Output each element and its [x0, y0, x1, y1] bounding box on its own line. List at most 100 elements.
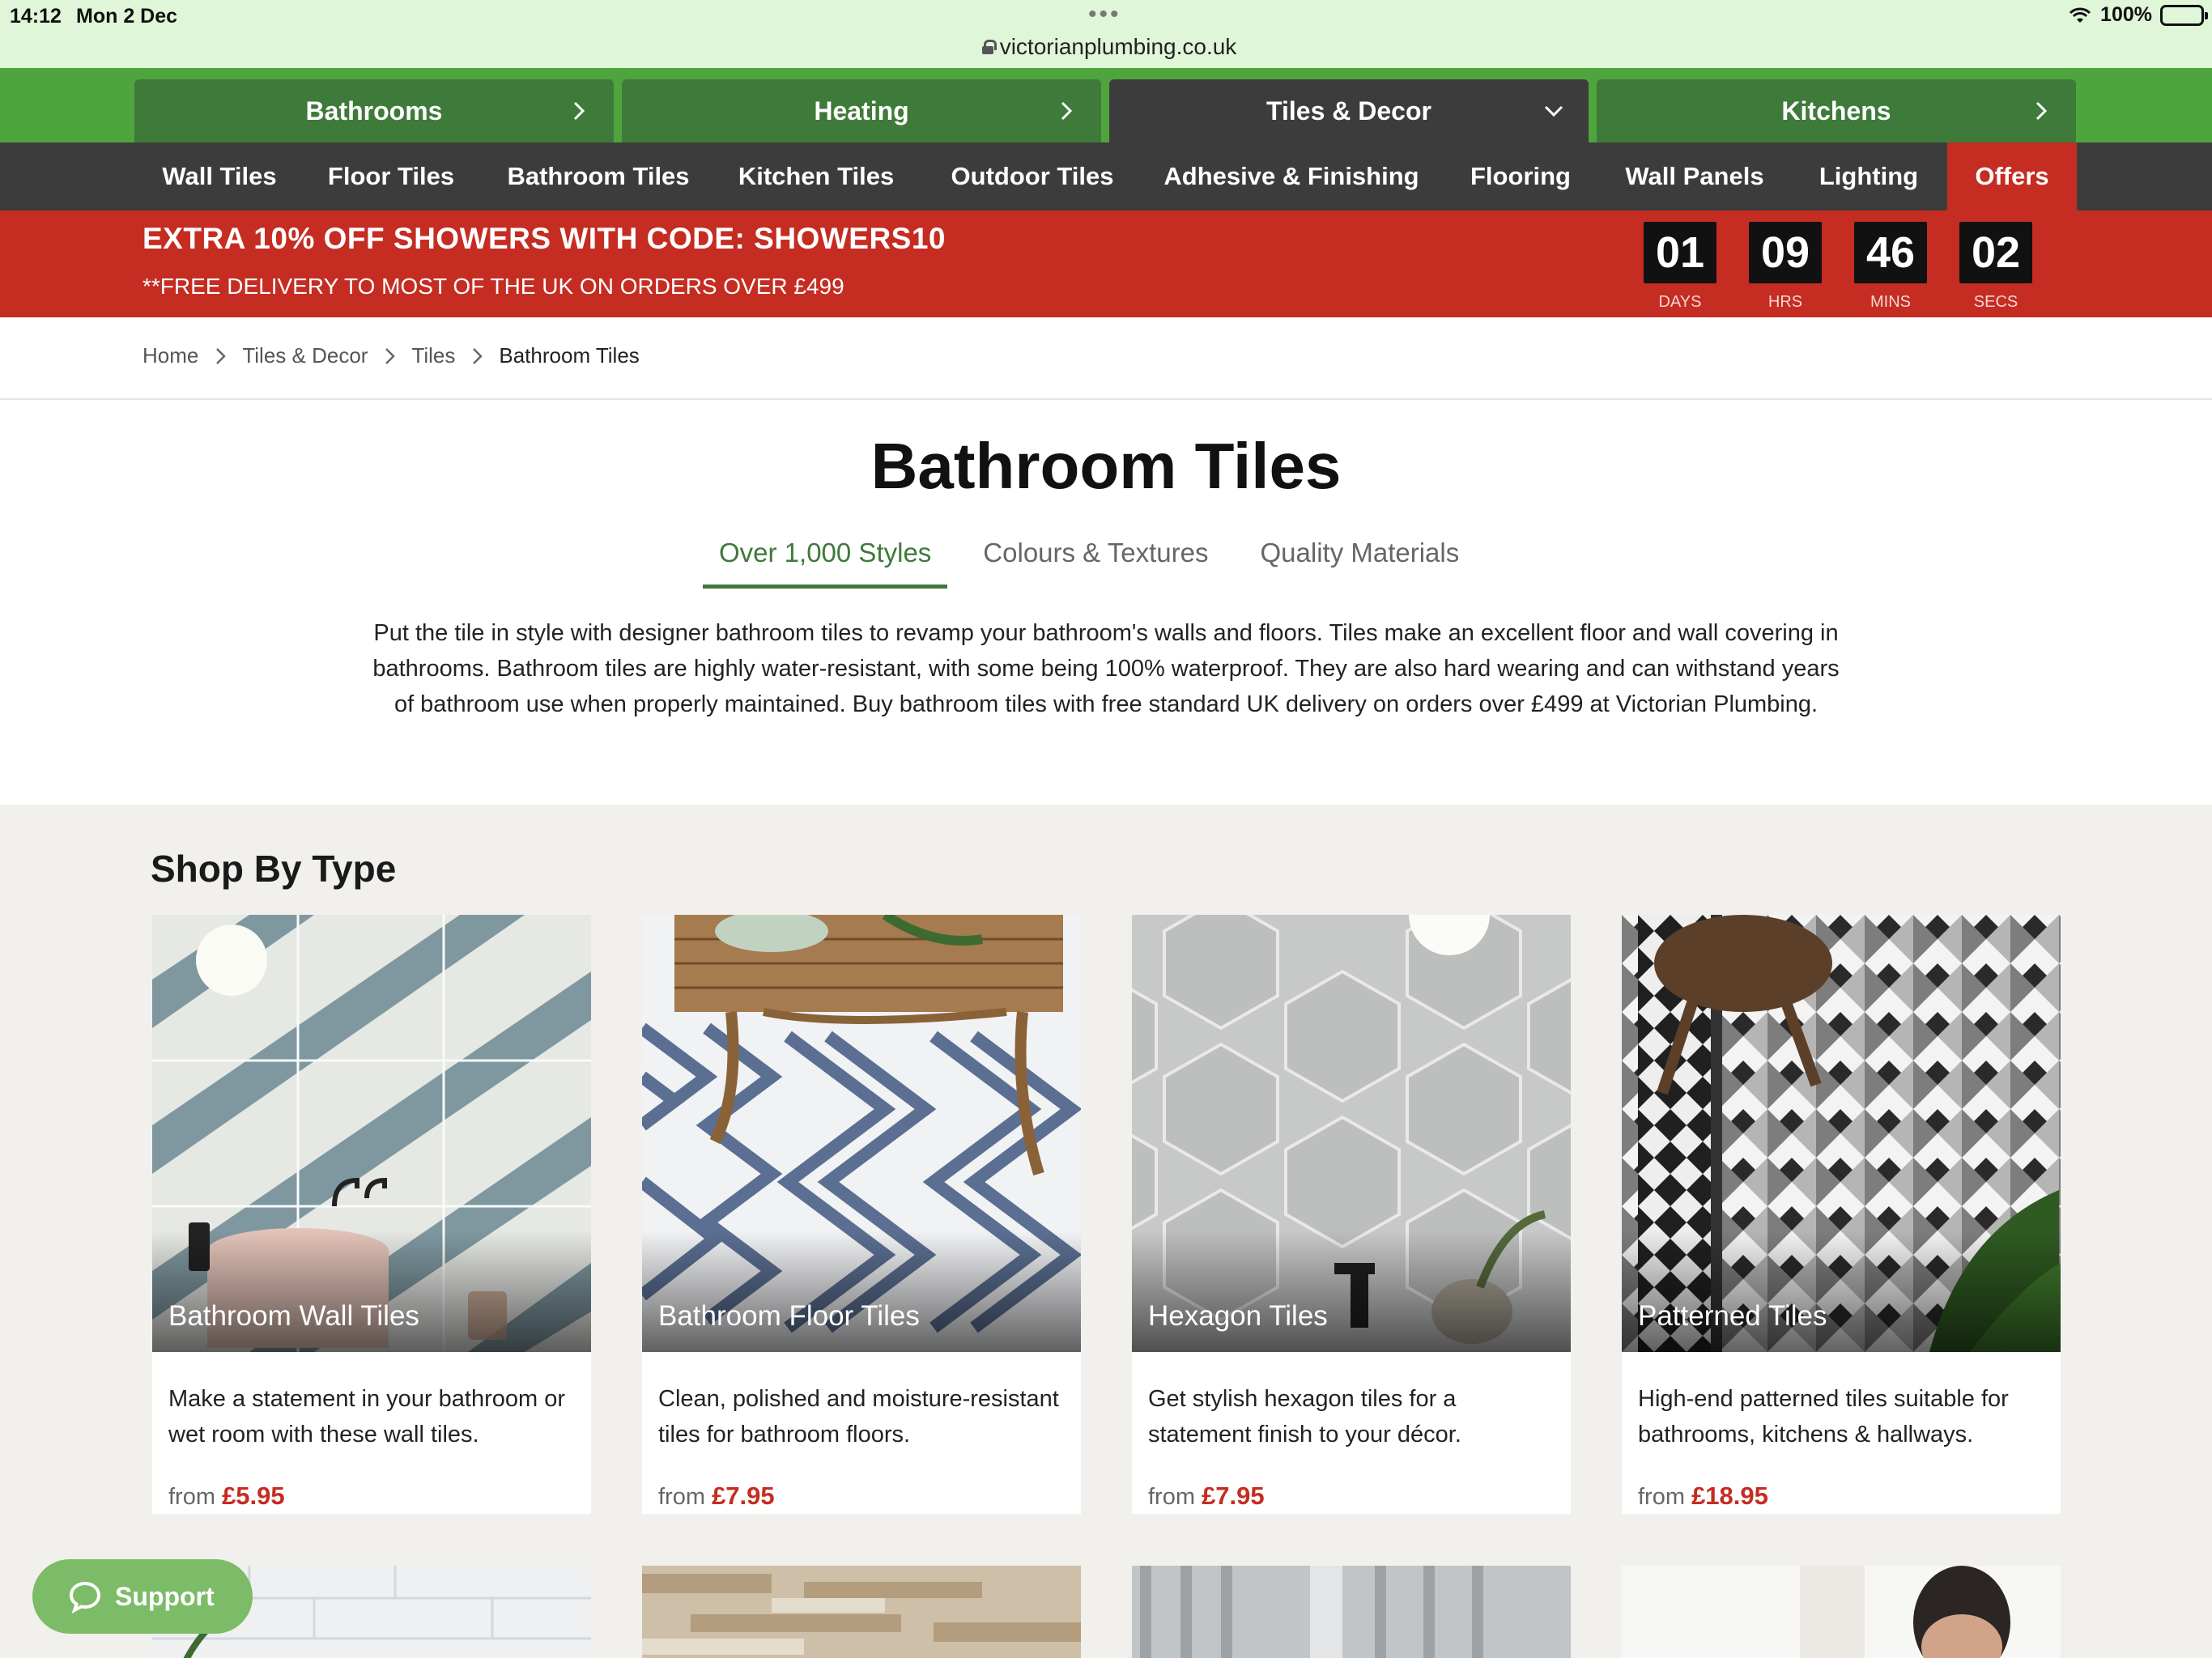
battery-percentage: 100% — [2100, 3, 2152, 26]
shop-by-type-section: Shop By Type Bathroom Wall Tiles Make a … — [0, 805, 2212, 1658]
sub-nav-bathroom-tiles[interactable]: Bathroom Tiles — [489, 142, 708, 210]
status-time: 14:12 — [10, 5, 62, 28]
promo-subline: **FREE DELIVERY TO MOST OF THE UK ON ORD… — [143, 274, 844, 299]
category-card-patterned-tiles[interactable]: Patterned Tiles High-end patterned tiles… — [1622, 915, 2061, 1514]
sub-nav-adhesive-finishing[interactable]: Adhesive & Finishing — [1150, 142, 1433, 210]
main-tab-tiles-decor[interactable]: Tiles & Decor — [1109, 79, 1589, 142]
sub-nav: Wall Tiles Floor Tiles Bathroom Tiles Ki… — [0, 142, 2212, 210]
category-image: Bathroom Floor Tiles — [642, 915, 1081, 1352]
sub-nav-wall-panels[interactable]: Wall Panels — [1610, 142, 1780, 210]
category-price: from £7.95 — [658, 1482, 775, 1511]
category-title: Hexagon Tiles — [1148, 1300, 1328, 1332]
countdown-value: 02 — [1959, 222, 2032, 283]
category-description: High-end patterned tiles suitable for ba… — [1638, 1386, 2009, 1448]
category-title: Bathroom Floor Tiles — [658, 1300, 920, 1332]
image-overlay — [1132, 1231, 1571, 1352]
price-prefix: from — [168, 1484, 215, 1510]
category-price: from £7.95 — [1148, 1482, 1265, 1511]
battery-icon — [2160, 4, 2208, 26]
price-value: £5.95 — [222, 1482, 285, 1510]
breadcrumb-home[interactable]: Home — [143, 343, 198, 368]
main-tab-label: Tiles & Decor — [1266, 96, 1431, 125]
sub-nav-floor-tiles[interactable]: Floor Tiles — [304, 142, 478, 210]
chevron-right-icon — [385, 347, 396, 364]
page-title: Bathroom Tiles — [870, 430, 1342, 502]
category-title: Patterned Tiles — [1638, 1300, 1827, 1332]
category-description: Clean, polished and moisture-resistant t… — [658, 1386, 1059, 1448]
countdown-days: 01 DAYS — [1644, 222, 1716, 312]
breadcrumb-current: Bathroom Tiles — [499, 343, 640, 368]
chevron-right-icon — [473, 347, 483, 364]
category-description: Get stylish hexagon tiles for a statemen… — [1148, 1386, 1461, 1448]
intro-text: Put the tile in style with designer bath… — [372, 620, 1840, 717]
info-tab-styles[interactable]: Over 1,000 Styles — [703, 528, 948, 589]
price-prefix: from — [658, 1484, 705, 1510]
main-tab-kitchens[interactable]: Kitchens — [1597, 79, 2076, 142]
category-card[interactable] — [1622, 1566, 2061, 1658]
category-image — [642, 1566, 1081, 1658]
main-tab-label: Heating — [814, 96, 909, 125]
category-image — [1132, 1566, 1571, 1658]
countdown-label: HRS — [1767, 293, 1803, 311]
lock-icon — [981, 40, 997, 54]
sub-nav-lighting[interactable]: Lighting — [1802, 142, 1935, 210]
chat-bubble-icon — [69, 1581, 101, 1613]
wifi-icon — [2069, 7, 2091, 23]
chevron-right-icon — [573, 101, 585, 121]
info-tab-colours-textures[interactable]: Colours & Textures — [967, 528, 1224, 589]
category-price: from £5.95 — [168, 1482, 285, 1511]
category-image: Bathroom Wall Tiles — [152, 915, 591, 1352]
price-prefix: from — [1148, 1484, 1195, 1510]
address-bar[interactable]: victorianplumbing.co.uk — [972, 32, 1247, 62]
status-date: Mon 2 Dec — [76, 5, 178, 28]
price-prefix: from — [1638, 1484, 1685, 1510]
sub-nav-wall-tiles[interactable]: Wall Tiles — [134, 142, 304, 210]
promo-headline: EXTRA 10% OFF SHOWERS WITH CODE: SHOWERS… — [143, 222, 946, 255]
chevron-right-icon — [1061, 101, 1073, 121]
category-card-floor-tiles[interactable]: Bathroom Floor Tiles Clean, polished and… — [642, 915, 1081, 1514]
browser-chrome: 14:12 Mon 2 Dec ••• victorianplumbing.co… — [0, 0, 2212, 68]
main-tab-bathrooms[interactable]: Bathrooms — [134, 79, 614, 142]
image-overlay — [642, 1231, 1081, 1352]
image-overlay — [152, 1231, 591, 1352]
multitasking-dots-icon[interactable]: ••• — [1088, 2, 1121, 27]
category-image — [1622, 1566, 2061, 1658]
section-title: Shop By Type — [151, 848, 397, 890]
main-tab-heating[interactable]: Heating — [622, 79, 1101, 142]
breadcrumb-tiles-decor[interactable]: Tiles & Decor — [242, 343, 368, 368]
category-card[interactable] — [642, 1566, 1081, 1658]
main-tab-label: Bathrooms — [305, 96, 443, 125]
category-image: Hexagon Tiles — [1132, 915, 1571, 1352]
image-overlay — [1622, 1231, 2061, 1352]
countdown-label: SECS — [1973, 293, 2018, 311]
chevron-right-icon — [2035, 101, 2048, 121]
sub-nav-offers[interactable]: Offers — [1947, 142, 2077, 210]
sub-nav-flooring[interactable]: Flooring — [1456, 142, 1585, 210]
support-label: Support — [115, 1581, 215, 1611]
price-value: £18.95 — [1691, 1482, 1768, 1510]
chevron-right-icon — [216, 347, 227, 364]
category-card-hexagon-tiles[interactable]: Hexagon Tiles Get stylish hexagon tiles … — [1132, 915, 1571, 1514]
sub-nav-outdoor-tiles[interactable]: Outdoor Tiles — [934, 142, 1130, 210]
price-value: £7.95 — [712, 1482, 775, 1510]
support-button[interactable]: Support — [32, 1559, 253, 1634]
category-image: Patterned Tiles — [1622, 915, 2061, 1352]
info-tabs: Over 1,000 Styles Colours & Textures Qua… — [703, 528, 1495, 589]
status-indicators: 100% — [2068, 3, 2208, 27]
main-nav: Bathrooms Heating Tiles & Decor Kitchens — [0, 68, 2212, 142]
main-tab-label: Kitchens — [1781, 96, 1891, 125]
category-card[interactable] — [1132, 1566, 1571, 1658]
sub-nav-kitchen-tiles[interactable]: Kitchen Tiles — [717, 142, 915, 210]
countdown-seconds: 02 SECS — [1959, 222, 2032, 312]
info-tab-quality-materials[interactable]: Quality Materials — [1244, 528, 1475, 589]
countdown-value: 01 — [1644, 222, 1716, 283]
promo-banner[interactable]: EXTRA 10% OFF SHOWERS WITH CODE: SHOWERS… — [0, 210, 2212, 317]
countdown-label: DAYS — [1658, 293, 1702, 311]
divider — [0, 398, 2212, 400]
countdown-hours: 09 HRS — [1749, 222, 1822, 312]
breadcrumb-tiles[interactable]: Tiles — [411, 343, 455, 368]
category-card-wall-tiles[interactable]: Bathroom Wall Tiles Make a statement in … — [152, 915, 591, 1514]
price-value: £7.95 — [1202, 1482, 1265, 1510]
url-text: victorianplumbing.co.uk — [999, 34, 1237, 59]
countdown-value: 46 — [1854, 222, 1927, 283]
